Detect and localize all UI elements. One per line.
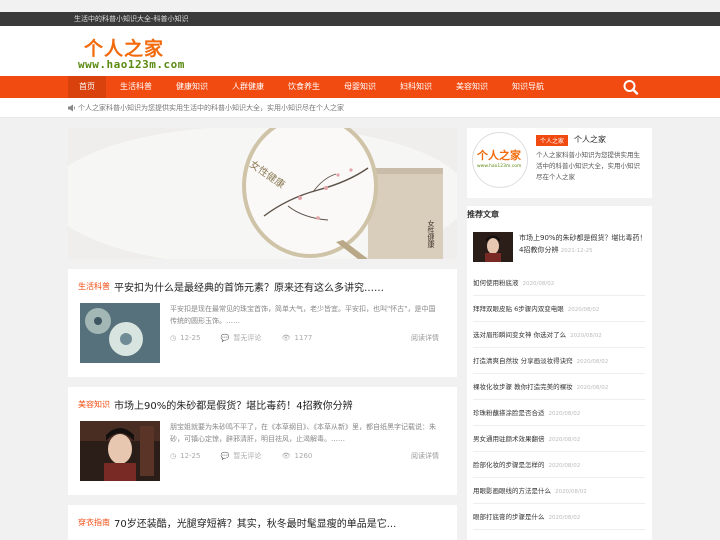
recommended-item[interactable]: 用眼影画眼线的方法是什么 2020/08/02 xyxy=(473,478,645,504)
nav-item-maternal[interactable]: 母婴知识 xyxy=(334,76,386,98)
site-tagline: 生活中的科普小知识大全-科普小知识 xyxy=(74,15,189,23)
recommended-item-date: 2020/08/02 xyxy=(548,437,581,443)
read-more-link[interactable]: 阅读详情 xyxy=(411,451,439,461)
recommended-item[interactable]: 选对眉形瞬间变女神 你选对了么 2020/08/02 xyxy=(473,322,645,348)
recommended-item-date: 2020/08/02 xyxy=(576,359,609,365)
post-excerpt: 朋宝姐就要为朱砂鸣不平了，在《本草纲目》、《本草从新》里，都自纸黑字记载说：朱砂… xyxy=(170,423,436,443)
recommended-item-title: 拜拜双眼皮贴 6步骤内双变电眼 xyxy=(473,305,564,313)
post-excerpt: 平安扣是现在最常见的珠宝首饰，简单大气，老少皆宜。平安扣，也叫"怀古"，是中国传… xyxy=(170,305,436,325)
comment-icon: 💬 xyxy=(220,334,230,342)
comment-icon: 💬 xyxy=(220,452,230,460)
logo-name: 个人之家 xyxy=(84,38,165,60)
post-category[interactable]: 生活科普 xyxy=(78,281,110,292)
recommended-panel: 推荐文章 市场上90%的朱砂都是假货？堪比毒药！4招教你分辨 2021-12-2… xyxy=(467,206,652,540)
logo-url: www.hao123m.com xyxy=(78,58,185,71)
recommended-item-date: 2020/08/02 xyxy=(548,411,581,417)
recommended-item-title: 眼部打底膏的步骤是什么 xyxy=(473,513,545,521)
eye-icon: 👁 xyxy=(281,334,291,342)
avatar-logo-text: 个人之家 xyxy=(477,149,521,162)
author-name: 个人之家 xyxy=(574,135,606,144)
recommended-item-date: 2020/08/02 xyxy=(576,385,609,391)
speaker-icon xyxy=(68,104,76,112)
notice-text: 个人之家科普小知识为您提供实用生活中的科普小知识大全，实用小知识尽在个人之家 xyxy=(78,104,344,112)
nav-item-gynecology[interactable]: 妇科知识 xyxy=(390,76,442,98)
recommended-item-title: 选对眉形瞬间变女神 你选对了么 xyxy=(473,331,567,339)
post-date: 12-25 xyxy=(180,334,201,342)
recommended-feature-title[interactable]: 市场上90%的朱砂都是假货？堪比毒药！4招教你分辨 2021-12-25 xyxy=(519,232,647,257)
post-thumbnail[interactable] xyxy=(80,303,160,363)
post-title[interactable]: 70岁还装酷，光腿穿短裤？其实，秋冬最时髦显瘦的单品是它... xyxy=(114,515,396,530)
author-card: 个人之家 www.hao123m.com 个人之家 个人之家 个人之家科普小知识… xyxy=(467,128,652,198)
featured-banner[interactable]: 女性健康 女性健康 xyxy=(68,128,457,259)
banner-box-text: 女性健康 xyxy=(427,220,435,248)
recommended-item[interactable]: 珍珠粉蘸搽涂脸是否合适 2020/08/02 xyxy=(473,400,645,426)
banner-image xyxy=(68,128,457,259)
recommended-item[interactable]: 眼部打底膏的步骤是什么 2020/08/02 xyxy=(473,504,645,530)
recommended-item[interactable]: 男女通用驻颜术效果翻倍 2020/08/02 xyxy=(473,426,645,452)
recommended-item[interactable]: 如何使用粉底液 2020/08/02 xyxy=(473,270,645,296)
main-nav: 首页 生活科普 健康知识 人群健康 饮食养生 母婴知识 妇科知识 美容知识 知识… xyxy=(0,76,720,98)
post-views: 1177 xyxy=(294,334,313,342)
recommended-item-date: 2020/08/02 xyxy=(548,463,581,469)
post-views: 1260 xyxy=(294,452,313,460)
site-logo[interactable]: 个人之家 www.hao123m.com xyxy=(78,34,188,72)
recommended-item-title: 男女通用驻颜术效果翻倍 xyxy=(473,435,545,443)
recommended-item-title: 珍珠粉蘸搽涂脸是否合适 xyxy=(473,409,545,417)
post-thumbnail[interactable] xyxy=(80,421,160,481)
post-category[interactable]: 美容知识 xyxy=(78,399,110,410)
avatar-logo-url: www.hao123m.com xyxy=(477,164,522,169)
notice-bar: 个人之家科普小知识为您提供实用生活中的科普小知识大全，实用小知识尽在个人之家 xyxy=(0,98,720,118)
recommended-heading: 推荐文章 xyxy=(467,210,499,219)
nav-item-diet[interactable]: 饮食养生 xyxy=(278,76,330,98)
post-meta: ◷ 12-25 💬 暂无评论 👁 1177 xyxy=(170,333,330,343)
post-comments: 暂无评论 xyxy=(233,452,262,460)
recommended-item-title: 脸部化妆的步骤是怎样的 xyxy=(473,461,545,469)
site-header: 个人之家 www.hao123m.com xyxy=(0,26,720,76)
recommended-item-date: 2020/08/02 xyxy=(555,489,587,495)
author-tag: 个人之家 xyxy=(536,135,569,146)
nav-item-life-science[interactable]: 生活科普 xyxy=(110,76,162,98)
post-category[interactable]: 穿衣指南 xyxy=(78,517,110,528)
recommended-item-title: 用眼影画眼线的方法是什么 xyxy=(473,487,551,495)
recommended-item[interactable]: 拜拜双眼皮贴 6步骤内双变电眼 2020/08/02 xyxy=(473,296,645,322)
recommended-feature-thumbnail[interactable] xyxy=(473,232,513,262)
recommended-feature-date: 2021-12-25 xyxy=(560,248,593,254)
clock-icon: ◷ xyxy=(170,452,177,460)
post-comments: 暂无评论 xyxy=(233,334,262,342)
recommended-item-title: 如何使用粉底液 xyxy=(473,279,519,287)
author-avatar[interactable]: 个人之家 www.hao123m.com xyxy=(472,132,528,188)
author-description: 个人之家科普小知识为您提供实用生活中的科普小知识大全，实用小知识尽在个人之家 xyxy=(536,151,640,181)
eye-icon: 👁 xyxy=(281,452,291,460)
recommended-item-date: 2020/08/02 xyxy=(570,333,602,339)
recommended-item[interactable]: 裸妆化妆步骤 教你打造完美的裸妆 2020/08/02 xyxy=(473,374,645,400)
post-card: 美容知识 市场上90%的朱砂都是假货？堪比毒药！4招教你分辨 朋宝姐就要为朱砂鸣… xyxy=(68,387,457,495)
nav-item-health[interactable]: 健康知识 xyxy=(166,76,218,98)
recommended-item[interactable]: 脸部化妆的步骤是怎样的 2020/08/02 xyxy=(473,452,645,478)
post-title[interactable]: 市场上90%的朱砂都是假货？堪比毒药！4招教你分辨 xyxy=(114,397,353,412)
recommended-item-title: 打造清爽自然妆 分享画淡妆得诀窍 xyxy=(473,357,573,365)
nav-item-navigation[interactable]: 知识导航 xyxy=(502,76,554,98)
nav-item-home[interactable]: 首页 xyxy=(68,76,106,98)
read-more-link[interactable]: 阅读详情 xyxy=(411,333,439,343)
nav-item-population-health[interactable]: 人群健康 xyxy=(222,76,274,98)
post-card: 生活科普 平安扣为什么是最经典的首饰元素？原来还有这么多讲究…… 平安扣是现在最… xyxy=(68,269,457,377)
post-card: 穿衣指南 70岁还装酷，光腿穿短裤？其实，秋冬最时髦显瘦的单品是它... xyxy=(68,505,457,540)
top-bar: 生活中的科普小知识大全-科普小知识 xyxy=(0,12,720,26)
recommended-item-title: 裸妆化妆步骤 教你打造完美的裸妆 xyxy=(473,383,573,391)
nav-item-beauty[interactable]: 美容知识 xyxy=(446,76,498,98)
search-icon[interactable] xyxy=(622,79,640,95)
post-meta: ◷ 12-25 💬 暂无评论 👁 1260 xyxy=(170,451,330,461)
clock-icon: ◷ xyxy=(170,334,177,342)
post-date: 12-25 xyxy=(180,452,201,460)
recommended-item-date: 2020/08/02 xyxy=(548,515,581,521)
recommended-item-date: 2020/08/02 xyxy=(522,281,555,287)
recommended-item-date: 2020/08/02 xyxy=(567,307,600,313)
recommended-item[interactable]: 打造清爽自然妆 分享画淡妆得诀窍 2020/08/02 xyxy=(473,348,645,374)
post-title[interactable]: 平安扣为什么是最经典的首饰元素？原来还有这么多讲究…… xyxy=(114,279,384,294)
